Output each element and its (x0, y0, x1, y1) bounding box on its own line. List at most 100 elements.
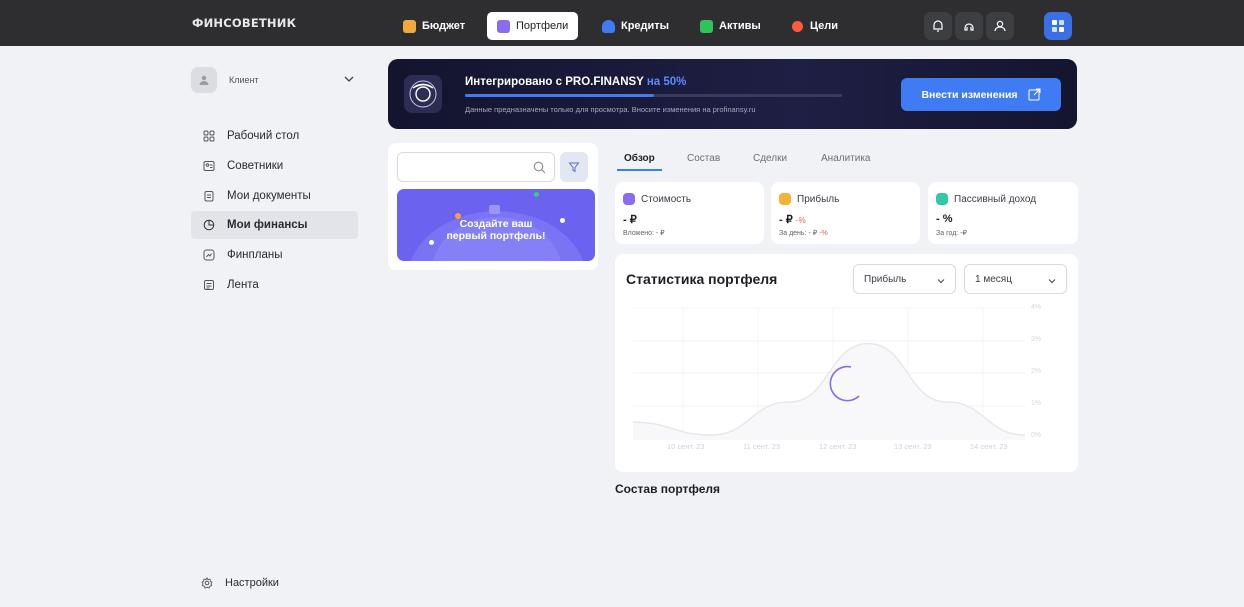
promo-dot (534, 192, 539, 197)
dashboard-icon (203, 130, 215, 142)
stat-title: Прибыль (797, 193, 840, 205)
apps-button[interactable] (1044, 12, 1072, 40)
apps-grid-icon (1052, 20, 1064, 32)
tab-analytics[interactable]: Аналитика (821, 153, 871, 164)
sidebar-item-advisors[interactable]: Советники (191, 152, 358, 180)
nav-budget-label: Бюджет (422, 20, 466, 32)
nav-goals[interactable]: Цели (781, 12, 848, 40)
support-icon (964, 23, 974, 31)
search-icon (533, 161, 546, 174)
make-changes-label: Внести изменения (921, 88, 1018, 101)
stat-title: Пассивный доход (954, 193, 1037, 205)
external-link-icon (1028, 88, 1041, 101)
integration-progress-fill (465, 94, 654, 97)
top-bar: ФИНСОВЕТНИК Бюджет Портфели Кредиты Акти… (0, 0, 1244, 46)
briefcase-icon (497, 19, 510, 33)
tab-deals[interactable]: Сделки (753, 153, 787, 164)
bank-icon (602, 19, 615, 33)
documents-icon (204, 191, 214, 202)
loading-spinner-icon (829, 365, 860, 402)
nav-budget[interactable]: Бюджет (393, 12, 475, 40)
x-tick-label: 14 сент. 23 (970, 442, 1008, 451)
tab-composition[interactable]: Состав (687, 153, 720, 164)
stat-value-text: - % (936, 213, 953, 225)
money-bag-icon (403, 19, 416, 33)
stat-header: Стоимость (623, 193, 691, 205)
nav-goals-label: Цели (810, 20, 839, 32)
stat-sub: За год: -₽ (936, 229, 967, 237)
stat-card-passive-income: Пассивный доход - % За год: -₽ (928, 182, 1078, 244)
stat-value: - ₽ -% (779, 213, 806, 226)
sidebar-item-label: Советники (227, 160, 284, 172)
user-avatar-icon (199, 75, 209, 85)
x-tick-label: 13 сент. 23 (894, 442, 932, 451)
sidebar-item-label: Финпланы (227, 249, 283, 261)
composition-title: Состав портфеля (615, 482, 721, 496)
stat-value: - % (936, 213, 953, 225)
user-icon (994, 20, 1006, 32)
y-tick-label: 2% (1031, 368, 1042, 375)
nav-credits[interactable]: Кредиты (592, 12, 679, 40)
client-label: Клиент (229, 75, 259, 85)
sidebar-item-documents[interactable]: Мои документы (191, 182, 358, 210)
x-tick-label: 12 сент. 23 (819, 442, 857, 451)
stat-value-text: - ₽ (779, 214, 793, 226)
sidebar-item-label: Мои финансы (227, 219, 308, 231)
wallet-icon (623, 193, 635, 205)
x-tick-label: 11 сент. 23 (743, 442, 781, 451)
banner-subtitle: Данные предназначены только для просмотр… (465, 105, 756, 114)
active-tab-indicator (617, 169, 662, 171)
advisors-icon (203, 161, 215, 171)
nav-assets[interactable]: Активы (690, 12, 771, 40)
tab-overview[interactable]: Обзор (624, 153, 655, 164)
filter-button[interactable] (560, 152, 588, 182)
bell-icon (933, 20, 943, 32)
finance-pie-icon (203, 219, 215, 231)
stat-value: - ₽ (623, 213, 637, 226)
settings-label: Настройки (225, 577, 279, 589)
sidebar-item-finplans[interactable]: Финпланы (191, 241, 358, 269)
profile-button[interactable] (986, 12, 1014, 40)
notifications-button[interactable] (924, 12, 952, 40)
stat-value-text: - ₽ (623, 214, 637, 226)
create-portfolio-card[interactable]: Создайте ваш первый портфель! (397, 189, 595, 261)
x-tick-label: 10 сент. 23 (667, 442, 705, 451)
profit-icon (779, 193, 791, 205)
sidebar-item-feed[interactable]: Лента (191, 271, 358, 299)
stat-card-value: Стоимость - ₽ Вложено: - ₽ (615, 182, 764, 244)
stat-header: Пассивный доход (936, 193, 1036, 205)
make-changes-button[interactable]: Внести изменения (901, 78, 1061, 111)
support-button[interactable] (955, 12, 983, 40)
sidebar-item-desktop[interactable]: Рабочий стол (191, 122, 358, 150)
profinansy-logo (404, 75, 442, 113)
banner-title-text: Интегрировано с PRO.FINANSY (465, 76, 644, 88)
client-selector[interactable]: Клиент (191, 65, 359, 95)
sidebar-item-label: Лента (227, 279, 259, 291)
gear-icon (201, 577, 213, 589)
stat-sub-text: За день: - ₽ (779, 230, 818, 237)
nav-portfolios[interactable]: Портфели (487, 12, 579, 40)
sidebar-item-finances[interactable]: Мои финансы (191, 211, 358, 239)
stat-value-delta: -% (795, 216, 806, 225)
create-portfolio-text: Создайте ваш первый портфель! (397, 218, 595, 242)
y-tick-label: 1% (1031, 400, 1042, 407)
sidebar-item-label: Рабочий стол (227, 130, 300, 142)
portfolio-search-input[interactable] (397, 152, 555, 182)
integration-progress (465, 94, 842, 97)
chevron-down-icon[interactable] (343, 73, 355, 85)
stat-header: Прибыль (779, 193, 839, 205)
nav-credits-label: Кредиты (621, 20, 670, 32)
stat-sub: За день: - ₽ -% (779, 229, 828, 237)
app-logo[interactable]: ФИНСОВЕТНИК (192, 16, 296, 30)
stat-sub: Вложено: - ₽ (623, 229, 665, 237)
briefcase-icon (489, 205, 500, 214)
profinansy-badge-icon (409, 80, 437, 108)
avatar (191, 67, 217, 93)
sidebar-item-settings[interactable]: Настройки (191, 577, 279, 589)
promo-line: первый портфель! (446, 230, 546, 242)
promo-line: Создайте ваш (459, 218, 533, 230)
passive-income-icon (936, 193, 948, 205)
y-tick-label: 3% (1031, 336, 1042, 343)
portfolio-statistics-card: Статистика портфеля Прибыль 1 месяц 10 с… (615, 254, 1078, 472)
stat-sub-delta: -% (819, 230, 828, 237)
